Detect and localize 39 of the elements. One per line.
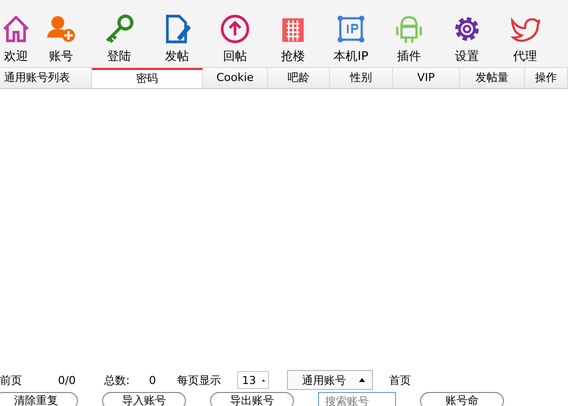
ip-icon[interactable]: [336, 14, 366, 44]
column-header[interactable]: 通用账号列表: [0, 68, 92, 88]
current-page-label: 前页: [0, 372, 23, 388]
column-header[interactable]: Cookie: [203, 68, 268, 88]
column-header[interactable]: 操作: [525, 68, 568, 88]
first-page-link[interactable]: 首页: [389, 372, 411, 388]
house-icon[interactable]: [1, 14, 31, 44]
toolbar-label[interactable]: 账号: [49, 48, 73, 65]
action-button[interactable]: 导出账号: [210, 392, 294, 406]
total-value: 0: [149, 374, 157, 386]
toolbar-label[interactable]: 代理: [513, 48, 537, 65]
search-field[interactable]: 搜索账号: [318, 392, 396, 406]
toolbar-label[interactable]: 回帖: [223, 48, 247, 65]
key-icon[interactable]: [104, 14, 134, 44]
per-page-label: 每页显示: [177, 372, 222, 388]
action-button[interactable]: 账号命: [420, 392, 504, 406]
toolbar-label[interactable]: 发帖: [165, 48, 189, 65]
toolbar-label[interactable]: 本机IP: [334, 48, 368, 65]
settings-icon[interactable]: [452, 14, 482, 44]
action-button[interactable]: 清除重复: [0, 392, 78, 406]
toolbar-label[interactable]: 设置: [455, 48, 479, 65]
toolbar-label[interactable]: 抢楼: [281, 48, 305, 65]
toolbar-label[interactable]: 登陆: [107, 48, 131, 65]
column-header[interactable]: 发帖量: [460, 68, 525, 88]
user-add-icon[interactable]: [46, 14, 76, 44]
per-page-spinner[interactable]: 13: [237, 371, 269, 389]
column-header[interactable]: VIP: [393, 68, 460, 88]
action-button[interactable]: 导入账号: [102, 392, 186, 406]
column-header[interactable]: 性别: [330, 68, 393, 88]
toolbar-label[interactable]: 欢迎: [4, 48, 28, 65]
column-header[interactable]: 密码: [92, 68, 203, 88]
up-arrow-circle-icon[interactable]: [220, 14, 250, 44]
spinner-caret-icon[interactable]: [261, 378, 266, 382]
total-label: 总数:: [104, 372, 131, 388]
current-page-value: 0/0: [58, 374, 77, 386]
column-header[interactable]: 吧龄: [268, 68, 330, 88]
caret-icon[interactable]: [358, 377, 366, 383]
toolbar-label[interactable]: 插件: [397, 48, 421, 65]
account-type-dropdown[interactable]: 通用账号: [287, 370, 373, 390]
